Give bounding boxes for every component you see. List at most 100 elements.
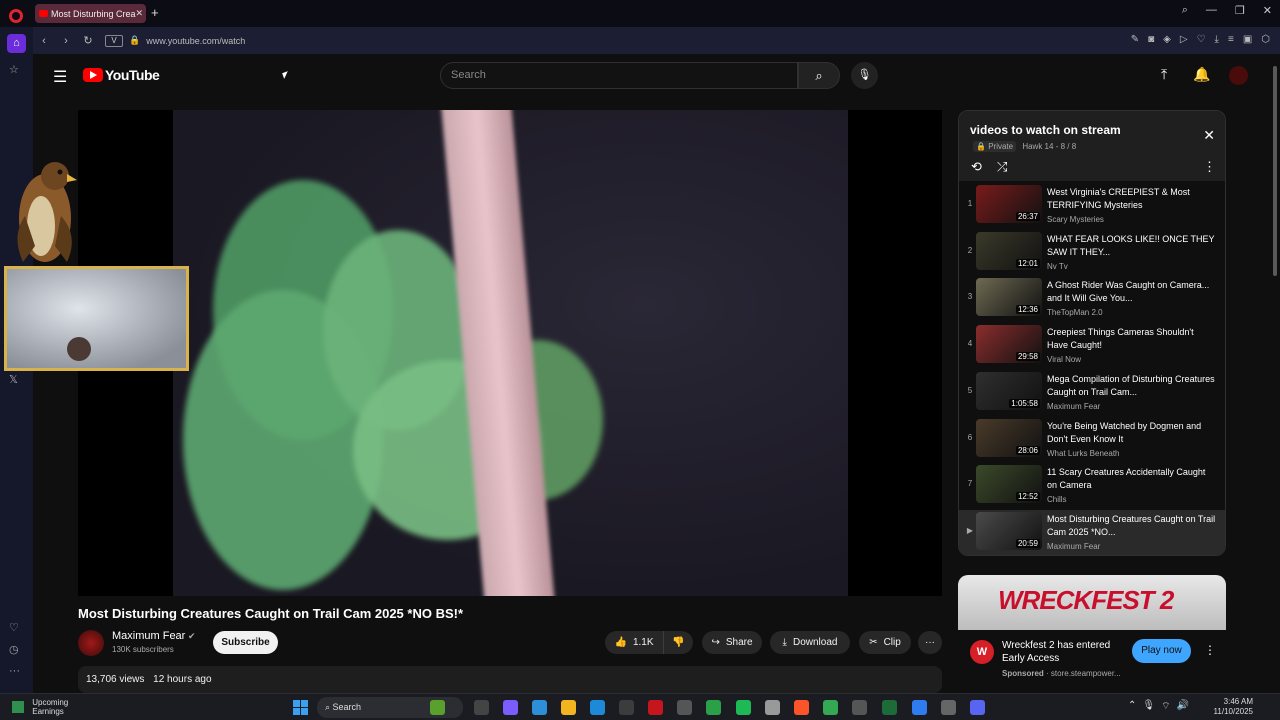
x-twitter-icon[interactable]: 𝕏 [9,373,18,386]
new-tab-icon[interactable]: + [151,5,159,20]
menu-icon[interactable]: ≡ [1228,34,1234,45]
playlist-item-channel[interactable]: Scary Mysteries [1047,215,1104,224]
brave-icon[interactable] [794,700,809,715]
close-window-icon[interactable]: ✕ [1263,4,1272,17]
playlist-item-title[interactable]: Most Disturbing Creatures Caught on Trai… [1047,513,1217,539]
app2-icon[interactable] [852,700,867,715]
hamburger-menu-icon[interactable]: ☰ [53,67,67,87]
playlist-item[interactable]: 4 29:58 Creepiest Things Cameras Shouldn't… [959,323,1225,370]
photos-icon[interactable] [532,700,547,715]
search-icon[interactable]: ⌕ [798,62,840,89]
subscribe-button[interactable]: Subscribe [213,631,278,654]
playlist-item[interactable]: 2 12:01 WHAT FEAR LOOKS LIKE!! ONCE THEY S… [959,230,1225,277]
wifi-icon[interactable]: ⌔ [1161,700,1170,713]
download-icon[interactable]: ⤓ [1215,34,1219,45]
kebab-menu-icon[interactable]: ⋮ [1203,159,1216,175]
ad-headline[interactable]: Wreckfest 2 has entered Early Access [1002,639,1122,665]
playlist-item-channel[interactable]: TheTopMan 2.0 [1047,308,1103,317]
taskbar-clock[interactable]: 3:46 AM 11/10/2025 [1203,697,1253,717]
volume-icon[interactable]: 🔊 [1177,700,1189,713]
playlist-item-thumbnail[interactable]: 28:06 [976,418,1042,457]
url-field[interactable]: www.youtube.com/watch [146,36,245,46]
ad-banner-image[interactable]: WRECKFEST 2 [958,575,1226,630]
store-icon[interactable] [619,700,634,715]
playlist-item-thumbnail[interactable]: 12:36 [976,278,1042,317]
opera-logo[interactable] [9,9,23,23]
account-avatar[interactable] [1229,66,1248,85]
mic-tray-icon[interactable]: 🎙 [1142,700,1155,713]
playlist-item[interactable]: 1 26:37 West Virginia's CREEPIEST & Most T… [959,183,1225,230]
playlist-item[interactable]: 5 1:05:58 Mega Compilation of Disturbing C… [959,370,1225,417]
camera-icon[interactable]: ◙ [1148,34,1154,45]
vpn-icon[interactable] [912,700,927,715]
playlist-item-title[interactable]: A Ghost Rider Was Caught on Camera... an… [1047,279,1217,305]
playlist-item[interactable]: 3 12:36 A Ghost Rider Was Caught on Camera… [959,276,1225,323]
sponsored-ad[interactable]: WRECKFEST 2 W Wreckfest 2 has entered Ea… [958,575,1226,690]
more-actions-button[interactable]: ··· [918,631,942,654]
opera-taskbar-icon[interactable] [648,700,663,715]
playlist-item[interactable]: 6 28:06 You're Being Watched by Dogmen and… [959,417,1225,464]
playlist-item[interactable]: ▶ 20:59 Most Disturbing Creatures Caught o… [959,509,1225,555]
bell-icon[interactable]: 🔔 [1193,66,1210,83]
play-icon[interactable]: ▷ [1180,34,1188,45]
extension-icon[interactable]: ⬡ [1261,34,1270,45]
description-box[interactable]: 13,706 views 12 hours ago [78,666,942,693]
tab-active[interactable]: Most Disturbing Crea ✕ [35,4,146,23]
windows-start-icon[interactable] [293,700,308,715]
playlist-item-thumbnail[interactable]: 29:58 [976,325,1042,364]
download-button[interactable]: ⤓ Download [770,631,850,654]
playlist-item-thumbnail[interactable]: 20:59 [976,511,1042,550]
playlist-item-channel[interactable]: Maximum Fear [1047,542,1100,551]
play-store-icon[interactable] [823,700,838,715]
clip-button[interactable]: ✂ Clip [859,631,911,654]
like-button[interactable]: 👍 1.1K [605,631,663,654]
lock-icon[interactable]: 🔒 [129,35,140,46]
playlist-item[interactable]: 7 12:52 11 Scary Creatures Accidentally Ca… [959,463,1225,510]
advertiser-logo[interactable]: W [970,640,994,664]
ad-more-icon[interactable]: ⋮ [1204,643,1216,657]
dislike-button[interactable]: 👎 [663,631,693,654]
profile-icon[interactable]: ▣ [1243,34,1252,45]
playlist-title[interactable]: videos to watch on stream [970,123,1121,137]
forward-icon[interactable]: › [55,35,77,47]
video-player[interactable] [78,110,942,596]
widget-app-icon[interactable] [430,700,445,715]
playlist-item-channel[interactable]: Nv Tv [1047,262,1068,271]
heart-sidebar-icon[interactable]: ♡ [9,621,19,634]
play-now-button[interactable]: Play now [1132,639,1191,663]
maximize-icon[interactable]: ❐ [1235,4,1245,17]
youtube-logo[interactable]: YouTube [83,67,160,83]
vpn-badge[interactable]: V [105,34,123,47]
home-icon[interactable]: ⌂ [7,34,26,53]
microphone-icon[interactable]: 🎙 [851,62,878,89]
playlist-owner[interactable]: Hawk 14 [1022,142,1053,151]
settings-taskbar-icon[interactable] [765,700,780,715]
copilot-icon[interactable] [503,700,518,715]
playlist-item-channel[interactable]: Chills [1047,495,1067,504]
search-input[interactable]: Search [440,62,798,89]
task-view-icon[interactable] [474,700,489,715]
playlist-item-thumbnail[interactable]: 1:05:58 [976,371,1042,410]
playlist-item-title[interactable]: Creepiest Things Cameras Shouldn't Have … [1047,326,1217,352]
app-icon[interactable] [677,700,692,715]
edge-icon[interactable] [590,700,605,715]
chevron-up-icon[interactable]: ⌃ [1128,700,1136,713]
xbox-icon[interactable] [706,700,721,715]
more-icon[interactable]: ··· [9,665,20,677]
history-icon[interactable]: ◷ [9,643,19,656]
spotify-icon[interactable] [736,700,751,715]
shield-icon[interactable]: ◈ [1163,34,1171,45]
app3-icon[interactable] [941,700,956,715]
star-icon[interactable]: ☆ [9,63,19,76]
reload-icon[interactable]: ↻ [77,34,99,47]
shuffle-icon[interactable]: ⤮ [997,159,1007,175]
playlist-item-thumbnail[interactable]: 26:37 [976,185,1042,223]
file-explorer-icon[interactable] [561,700,576,715]
playlist-item-thumbnail[interactable]: 12:52 [976,465,1042,504]
playlist-item-title[interactable]: You're Being Watched by Dogmen and Don't… [1047,420,1217,446]
playlist-item-title[interactable]: Mega Compilation of Disturbing Creatures… [1047,373,1217,399]
upload-icon[interactable]: ⤒ [1161,66,1167,83]
playlist-item-title[interactable]: 11 Scary Creatures Accidentally Caught o… [1047,466,1217,492]
search-tabs-icon[interactable]: ⌕ [1182,4,1188,17]
playlist-item-title[interactable]: WHAT FEAR LOOKS LIKE!! ONCE THEY SAW IT … [1047,233,1217,259]
